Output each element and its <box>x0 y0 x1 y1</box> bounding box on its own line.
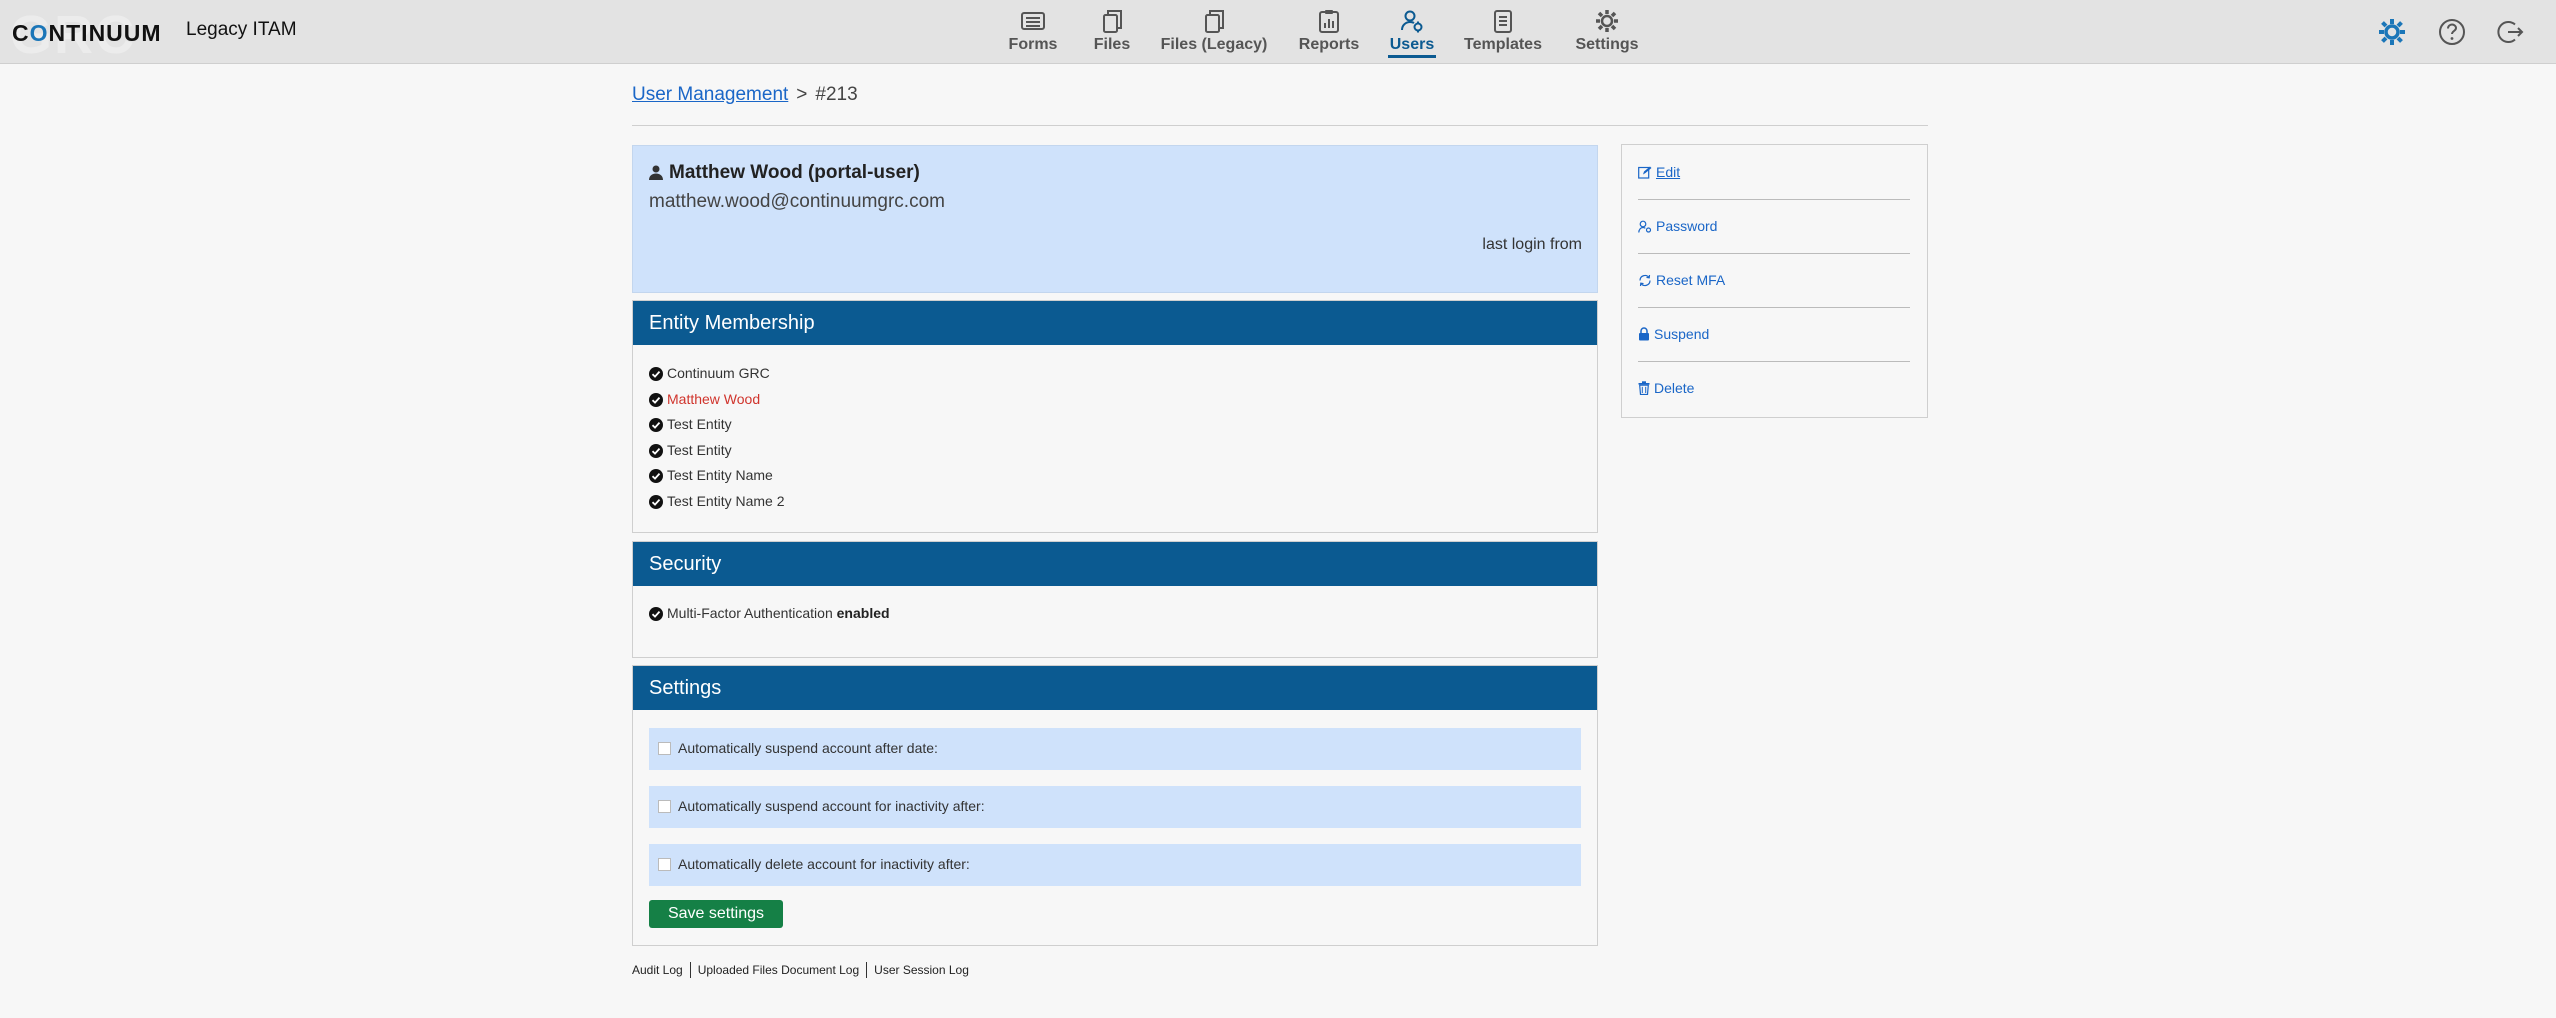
list-item: Matthew Wood <box>649 387 1581 413</box>
suspend-action[interactable]: Suspend <box>1638 307 1910 361</box>
nav-reports-label: Reports <box>1298 36 1360 53</box>
link-divider <box>689 962 691 978</box>
reset-icon <box>1639 274 1651 287</box>
nav-forms-label: Forms <box>1008 36 1058 53</box>
nav-templates[interactable]: Templates <box>1463 8 1543 58</box>
delete-action[interactable]: Delete <box>1638 361 1910 415</box>
user-icon <box>649 165 663 180</box>
check-circle-icon <box>649 443 663 458</box>
settings-panel: Settings Automatically suspend account a… <box>632 665 1598 946</box>
actions-panel: Edit Password Reset MFA Suspend Delete <box>1621 144 1928 418</box>
trash-icon <box>1638 381 1650 396</box>
reset-mfa-action[interactable]: Reset MFA <box>1638 253 1910 307</box>
templates-icon <box>1494 10 1512 33</box>
password-user-icon <box>1638 220 1652 233</box>
help-icon[interactable] <box>2438 18 2466 46</box>
brand-logo[interactable]: GRC CONTINUUM <box>10 5 162 65</box>
save-settings-button[interactable]: Save settings <box>649 900 783 928</box>
nav-settings[interactable]: Settings <box>1575 8 1639 58</box>
security-panel: Security Multi-Factor Authentication ena… <box>632 541 1598 658</box>
mfa-status: enabled <box>836 605 890 621</box>
nav-users-label: Users <box>1389 36 1435 53</box>
nav-forms[interactable]: Forms <box>1005 8 1061 58</box>
nav-files-label: Files <box>1093 36 1131 53</box>
setting-suspend-after-date: Automatically suspend account after date… <box>649 728 1581 770</box>
settings-gear-icon <box>1596 10 1618 32</box>
security-title: Security <box>633 542 1597 586</box>
entity-membership-list: Continuum GRC Matthew Wood Test Entity T… <box>633 345 1597 515</box>
logout-icon[interactable] <box>2497 18 2525 46</box>
security-list: Multi-Factor Authentication enabled <box>633 586 1597 627</box>
entity-membership-title: Entity Membership <box>633 301 1597 345</box>
check-circle-icon <box>649 607 663 621</box>
breadcrumb: User Management > #213 <box>632 84 858 106</box>
list-item: Test Entity <box>649 412 1581 438</box>
check-circle-icon <box>649 469 663 484</box>
check-circle-icon <box>649 494 663 509</box>
last-login-text: last login from <box>1482 236 1582 253</box>
edit-icon <box>1638 166 1652 179</box>
user-profile-header: Matthew Wood (portal-user) matthew.wood@… <box>632 145 1598 293</box>
app-name: Legacy ITAM <box>186 19 297 40</box>
uploaded-files-log-link[interactable]: Uploaded Files Document Log <box>698 963 859 977</box>
suspend-after-date-checkbox[interactable] <box>658 742 671 755</box>
audit-log-link[interactable]: Audit Log <box>632 963 683 977</box>
lock-icon <box>1639 327 1649 341</box>
setting-delete-inactivity: Automatically delete account for inactiv… <box>649 844 1581 886</box>
nav-files[interactable]: Files <box>1087 8 1137 58</box>
files-legacy-icon <box>1205 10 1224 33</box>
nav-files-legacy-label: Files (Legacy) <box>1160 36 1268 53</box>
reports-icon <box>1319 10 1339 33</box>
password-action[interactable]: Password <box>1638 199 1910 253</box>
setting-label: Automatically suspend account for inacti… <box>678 798 985 814</box>
breadcrumb-separator: > <box>796 84 808 105</box>
nav-files-legacy[interactable]: Files (Legacy) <box>1158 8 1270 58</box>
check-circle-icon <box>649 392 663 407</box>
nav-settings-label: Settings <box>1575 36 1639 53</box>
breadcrumb-user-management-link[interactable]: User Management <box>632 84 788 105</box>
check-circle-icon <box>649 367 663 381</box>
list-item: Test Entity <box>649 438 1581 464</box>
suspend-inactivity-checkbox[interactable] <box>658 800 671 813</box>
forms-icon <box>1021 12 1045 30</box>
setting-label: Automatically delete account for inactiv… <box>678 856 970 872</box>
check-circle-icon <box>649 418 663 433</box>
edit-action[interactable]: Edit <box>1638 145 1910 199</box>
user-name: Matthew Wood (portal-user) <box>649 162 920 184</box>
breadcrumb-current: #213 <box>815 84 858 105</box>
divider <box>632 125 1928 126</box>
nav-users[interactable]: Users <box>1388 8 1436 58</box>
users-icon <box>1401 10 1423 33</box>
link-divider <box>866 962 868 978</box>
top-bar: GRC CONTINUUM Legacy ITAM Forms Files Fi… <box>0 0 2556 65</box>
footer-links: Audit Log Uploaded Files Document Log User… <box>632 962 969 978</box>
user-session-log-link[interactable]: User Session Log <box>874 963 969 977</box>
nav-templates-label: Templates <box>1464 36 1542 53</box>
setting-suspend-inactivity: Automatically suspend account for inacti… <box>649 786 1581 828</box>
files-icon <box>1103 10 1122 33</box>
brand-wordmark: CONTINUUM <box>12 20 162 46</box>
list-item: Test Entity Name <box>649 463 1581 489</box>
settings-title: Settings <box>633 666 1597 710</box>
nav-reports[interactable]: Reports <box>1296 8 1362 58</box>
setting-label: Automatically suspend account after date… <box>678 740 938 756</box>
user-email: matthew.wood@continuumgrc.com <box>649 191 945 212</box>
list-item: Continuum GRC <box>649 361 1581 387</box>
admin-gear-icon[interactable] <box>2378 18 2406 46</box>
entity-membership-panel: Entity Membership Continuum GRC Matthew … <box>632 300 1598 533</box>
list-item: Test Entity Name 2 <box>649 489 1581 515</box>
delete-inactivity-checkbox[interactable] <box>658 858 671 871</box>
mfa-status-item: Multi-Factor Authentication enabled <box>649 601 1581 627</box>
